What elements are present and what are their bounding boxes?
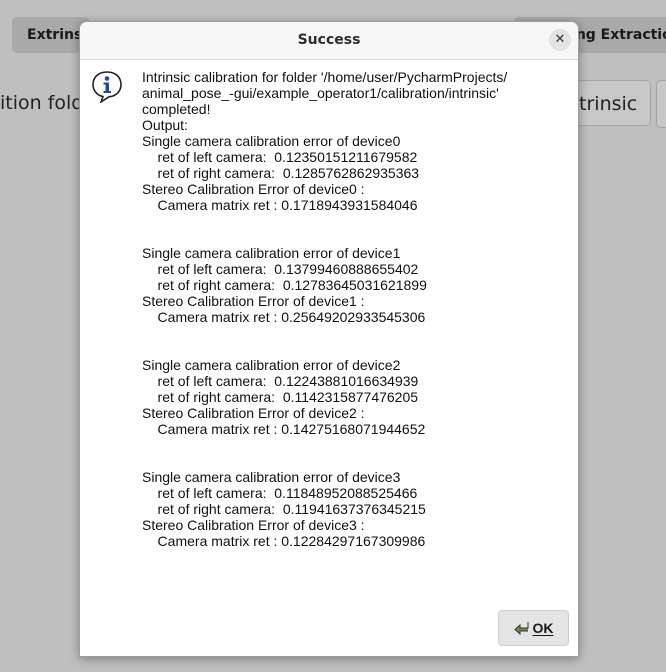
dialog-titlebar: Success ✕ [80,22,578,60]
ok-button[interactable]: OK [498,610,569,646]
dialog-message: Intrinsic calibration for folder '/home/… [142,69,508,549]
ok-arrow-icon [513,622,528,635]
success-dialog: Success ✕ Intrinsic calibration for fold… [79,21,579,657]
info-icon [92,71,122,103]
background-button-right[interactable] [656,80,666,128]
dialog-title: Success [297,32,361,48]
close-button[interactable]: ✕ [549,29,571,51]
ok-button-label: OK [532,620,554,636]
close-icon: ✕ [554,32,566,47]
calibration-folder-label: ition folde [0,92,79,114]
